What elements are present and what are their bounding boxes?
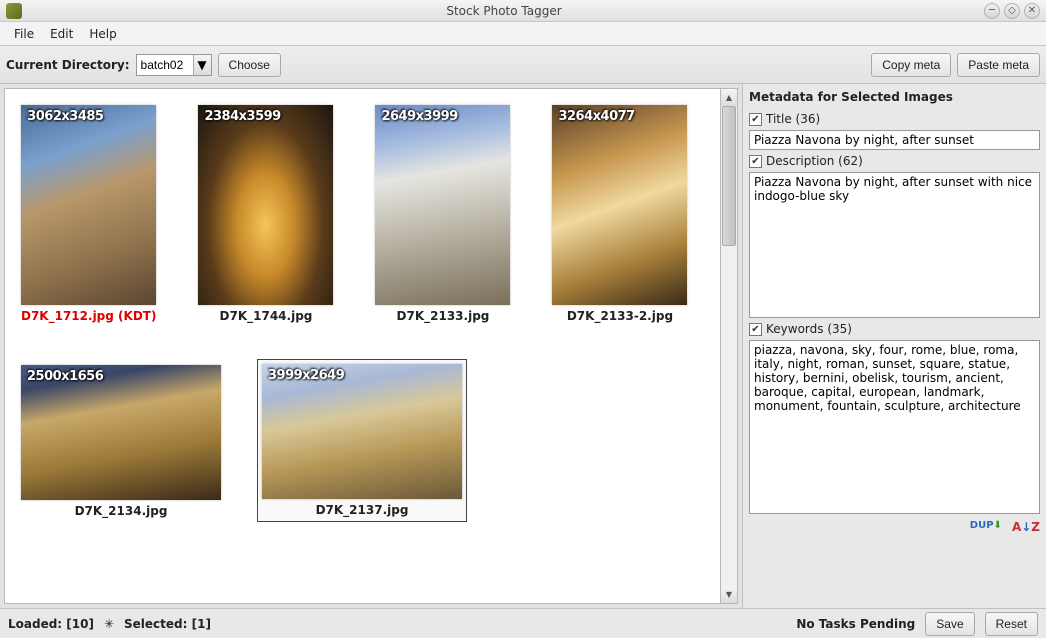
paste-meta-button[interactable]: Paste meta <box>957 53 1040 77</box>
thumbnail-card[interactable]: 3999x2649 D7K_2137.jpg <box>257 359 467 522</box>
statusbar: Loaded: [10] ✳ Selected: [1] No Tasks Pe… <box>0 608 1046 638</box>
app-icon <box>6 3 22 19</box>
thumbnail-card[interactable]: 2384x3599 D7K_1744.jpg <box>192 99 339 329</box>
choose-button[interactable]: Choose <box>218 53 281 77</box>
description-checkbox[interactable]: ✔ <box>749 155 762 168</box>
description-field-label: Description (62) <box>766 154 863 168</box>
dimension-badge: 3999x2649 <box>268 368 344 383</box>
metadata-sidebar: Metadata for Selected Images ✔ Title (36… <box>742 84 1046 608</box>
gallery-scrollbar[interactable]: ▲ ▼ <box>721 88 738 604</box>
minimize-button[interactable]: ─ <box>984 3 1000 19</box>
save-button[interactable]: Save <box>925 612 974 636</box>
status-selected: Selected: [1] <box>124 617 211 631</box>
thumbnail-filename: D7K_2134.jpg <box>75 504 168 518</box>
sidebar-heading: Metadata for Selected Images <box>749 88 1040 108</box>
maximize-button[interactable]: ◇ <box>1004 3 1020 19</box>
thumbnail-card[interactable]: 3062x3485 D7K_1712.jpg (KDT) <box>15 99 162 329</box>
thumbnail-image[interactable]: 3999x2649 <box>262 364 462 499</box>
thumbnail-image[interactable]: 2649x3999 <box>375 105 510 305</box>
copy-meta-button[interactable]: Copy meta <box>871 53 951 77</box>
reset-button[interactable]: Reset <box>985 612 1038 636</box>
thumbnail-filename: D7K_2133.jpg <box>397 309 490 323</box>
status-star-icon: ✳ <box>104 617 114 631</box>
description-textarea[interactable]: Piazza Navona by night, after sunset wit… <box>749 172 1040 318</box>
title-field-label: Title (36) <box>766 112 820 126</box>
thumbnail-card[interactable]: 2500x1656 D7K_2134.jpg <box>15 359 227 524</box>
dimension-badge: 2500x1656 <box>27 369 103 384</box>
thumbnail-image[interactable]: 2384x3599 <box>198 105 333 305</box>
scroll-down-button[interactable]: ▼ <box>721 586 737 603</box>
dimension-badge: 2649x3999 <box>381 109 457 124</box>
main-area: 3062x3485 D7K_1712.jpg (KDT) 2384x3599 D7K_… <box>0 84 1046 608</box>
window-title: Stock Photo Tagger <box>28 4 980 18</box>
thumbnail-filename: D7K_1744.jpg <box>220 309 313 323</box>
thumbnail-filename: D7K_2137.jpg <box>316 503 409 517</box>
scroll-track[interactable] <box>721 106 737 586</box>
status-tasks: No Tasks Pending <box>796 617 915 631</box>
dup-icon[interactable]: DUP⬇ <box>970 520 1002 534</box>
scroll-thumb[interactable] <box>722 106 736 246</box>
thumbnail-image[interactable]: 3062x3485 <box>21 105 156 305</box>
scroll-up-button[interactable]: ▲ <box>721 89 737 106</box>
thumbnail-card[interactable]: 2649x3999 D7K_2133.jpg <box>369 99 516 329</box>
gallery: 3062x3485 D7K_1712.jpg (KDT) 2384x3599 D7K_… <box>4 88 721 604</box>
menu-help[interactable]: Help <box>81 24 124 44</box>
toolbar: Current Directory: ▼ Choose Copy meta Pa… <box>0 46 1046 84</box>
thumbnail-filename: D7K_1712.jpg (KDT) <box>21 309 156 323</box>
title-input[interactable] <box>749 130 1040 150</box>
chevron-down-icon[interactable]: ▼ <box>193 55 211 75</box>
thumbnail-image[interactable]: 3264x4077 <box>552 105 687 305</box>
directory-combobox[interactable]: ▼ <box>136 54 212 76</box>
thumbnail-image[interactable]: 2500x1656 <box>21 365 221 500</box>
thumbnail-card[interactable]: 3264x4077 D7K_2133-2.jpg <box>546 99 693 329</box>
directory-combobox-input[interactable] <box>137 58 193 72</box>
keywords-textarea[interactable]: piazza, navona, sky, four, rome, blue, r… <box>749 340 1040 514</box>
menubar: File Edit Help <box>0 22 1046 46</box>
menu-file[interactable]: File <box>6 24 42 44</box>
dimension-badge: 2384x3599 <box>204 109 280 124</box>
current-directory-label: Current Directory: <box>6 58 130 72</box>
sort-az-icon[interactable]: A↓Z <box>1012 520 1040 534</box>
gallery-wrap: 3062x3485 D7K_1712.jpg (KDT) 2384x3599 D7K_… <box>0 84 742 608</box>
title-checkbox[interactable]: ✔ <box>749 113 762 126</box>
dimension-badge: 3062x3485 <box>27 109 103 124</box>
dimension-badge: 3264x4077 <box>558 109 634 124</box>
titlebar: Stock Photo Tagger ─ ◇ ✕ <box>0 0 1046 22</box>
menu-edit[interactable]: Edit <box>42 24 81 44</box>
keywords-field-label: Keywords (35) <box>766 322 852 336</box>
close-button[interactable]: ✕ <box>1024 3 1040 19</box>
status-loaded: Loaded: [10] <box>8 617 94 631</box>
thumbnail-filename: D7K_2133-2.jpg <box>567 309 673 323</box>
keywords-checkbox[interactable]: ✔ <box>749 323 762 336</box>
